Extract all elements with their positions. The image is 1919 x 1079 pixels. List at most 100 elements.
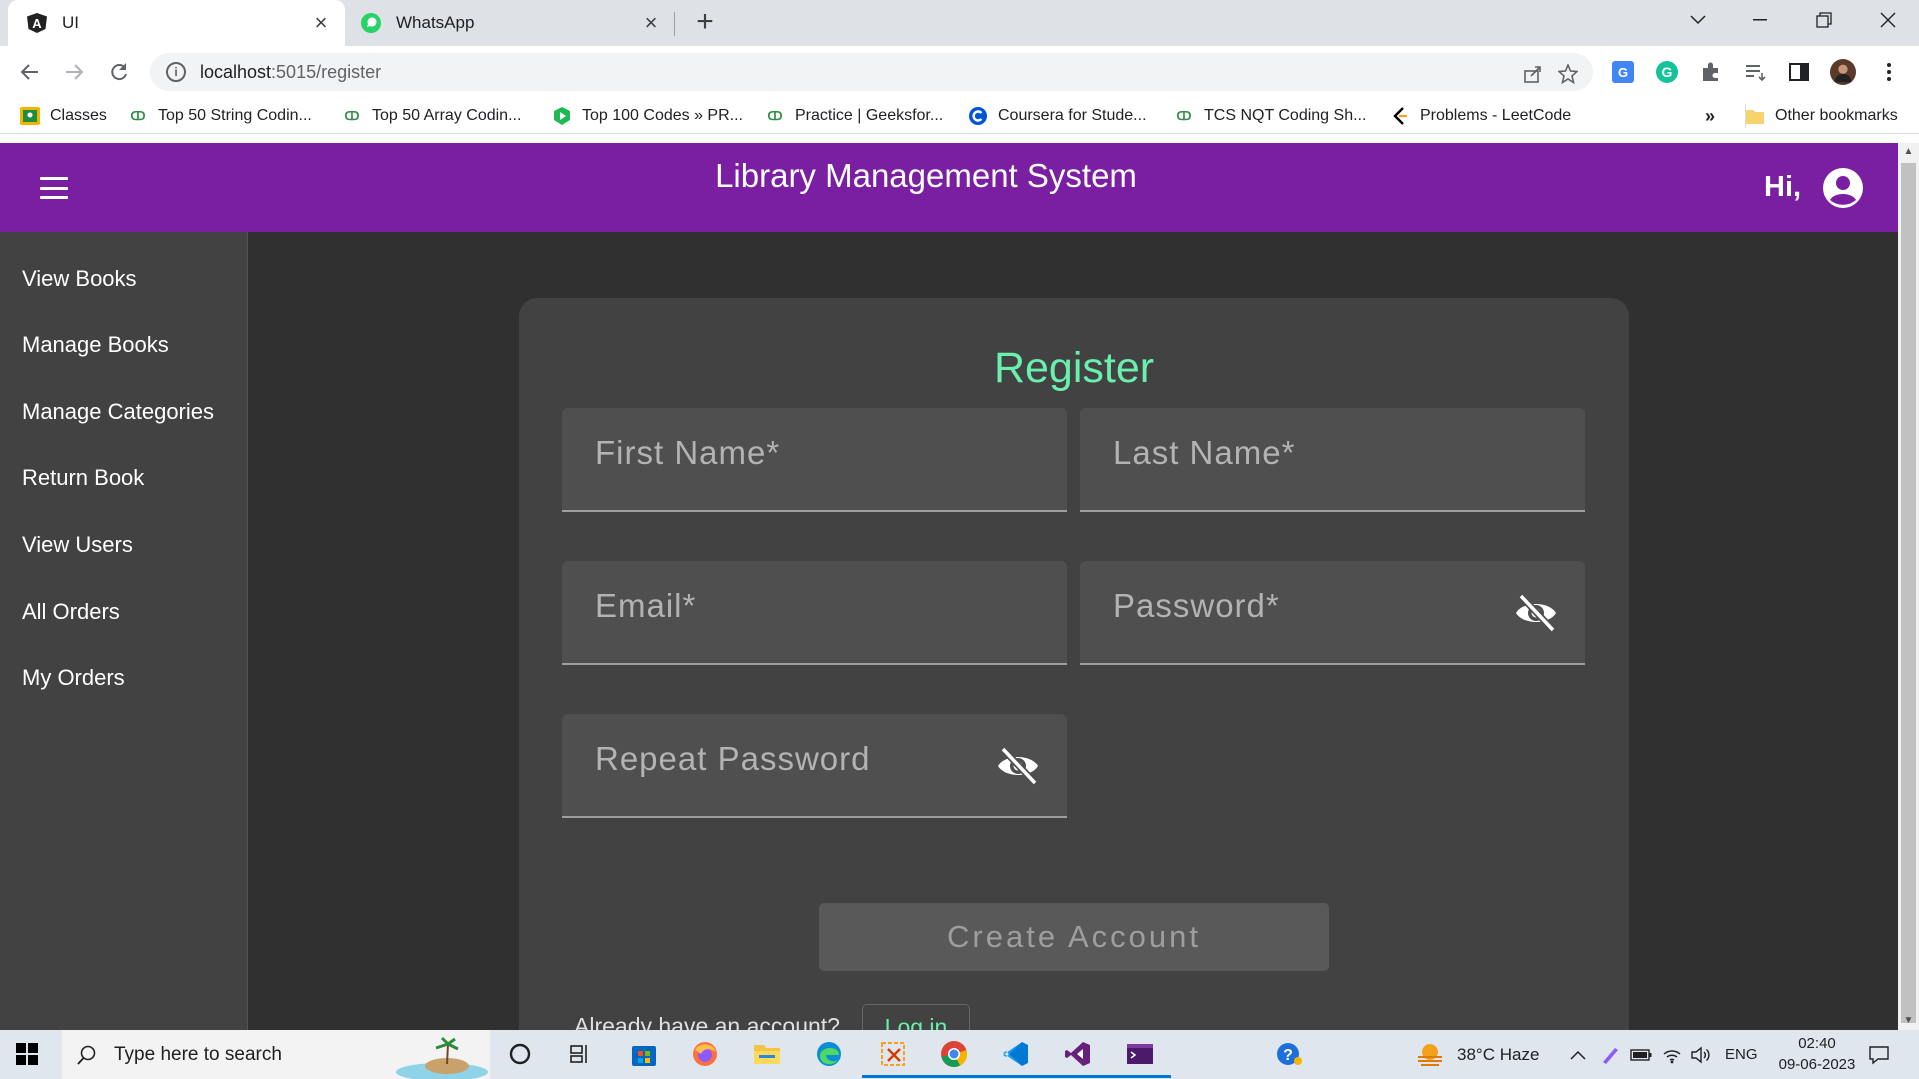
- search-highlight-illustration-icon: [396, 1036, 488, 1079]
- volume-icon[interactable]: [1690, 1030, 1712, 1079]
- close-window-icon[interactable]: [1858, 0, 1918, 40]
- terminal-icon[interactable]: [1109, 1037, 1171, 1078]
- bookmark-label: Other bookmarks: [1775, 107, 1898, 124]
- weather-widget[interactable]: 38°C Haze: [1415, 1030, 1539, 1079]
- create-account-button[interactable]: Create Account: [819, 903, 1329, 971]
- minimize-icon[interactable]: [1730, 0, 1790, 40]
- cortana-icon[interactable]: [503, 1037, 537, 1071]
- firefox-icon[interactable]: [688, 1037, 722, 1071]
- vscode-icon[interactable]: [985, 1037, 1047, 1078]
- bookmarks-bar: Classes ↀ Top 50 String Codin... ↀ Top 5…: [0, 98, 1919, 134]
- back-button[interactable]: [14, 56, 46, 88]
- bookmark-star-icon[interactable]: [1555, 61, 1581, 87]
- pen-icon[interactable]: [1600, 1030, 1620, 1079]
- bookmark-label: TCS NQT Coding Sh...: [1204, 107, 1367, 124]
- microsoft-store-icon[interactable]: [627, 1037, 661, 1071]
- gfg-icon: ↀ: [767, 109, 783, 123]
- nav-item-return-book[interactable]: Return Book: [22, 465, 144, 491]
- bookmark-label: Coursera for Stude...: [998, 107, 1147, 124]
- more-bookmarks-button[interactable]: »: [1705, 104, 1715, 128]
- tab-whatsapp[interactable]: WhatsApp ×: [345, 0, 675, 46]
- grammarly-icon[interactable]: G: [1654, 59, 1680, 85]
- file-explorer-icon[interactable]: [750, 1037, 784, 1071]
- page-scrollbar[interactable]: ▲ ▼: [1898, 143, 1919, 1030]
- password-field[interactable]: Password*: [1080, 561, 1585, 665]
- register-card: Register First Name* Last Name* Email* P…: [519, 298, 1629, 1030]
- scrollbar-thumb[interactable]: [1901, 163, 1916, 1023]
- help-icon[interactable]: ?: [1272, 1037, 1306, 1071]
- taskbar-clock[interactable]: 02:40 09-06-2023: [1772, 1033, 1862, 1075]
- reload-button[interactable]: [103, 56, 135, 88]
- last-name-field[interactable]: Last Name*: [1080, 408, 1585, 512]
- repeat-password-field[interactable]: Repeat Password: [562, 714, 1067, 818]
- nav-item-manage-categories[interactable]: Manage Categories: [22, 399, 214, 425]
- search-placeholder: Type here to search: [114, 1043, 282, 1065]
- bookmark-top-50-array[interactable]: ↀ Top 50 Array Codin...: [342, 104, 522, 128]
- nav-item-my-orders[interactable]: My Orders: [22, 665, 125, 691]
- visibility-off-icon[interactable]: [995, 746, 1041, 786]
- visual-studio-icon[interactable]: [1047, 1037, 1109, 1078]
- clock-date: 09-06-2023: [1778, 1056, 1856, 1073]
- coursera-icon: [968, 106, 988, 126]
- browser-menu-icon[interactable]: [1876, 59, 1902, 85]
- app-header: Library Management System Hi,: [0, 143, 1898, 232]
- other-bookmarks-folder[interactable]: Other bookmarks: [1745, 104, 1898, 128]
- bookmark-classes[interactable]: Classes: [20, 104, 107, 128]
- bookmark-tcs-nqt[interactable]: ↀ TCS NQT Coding Sh...: [1174, 104, 1367, 128]
- svg-text:G: G: [1662, 64, 1673, 80]
- scroll-down-arrow-icon[interactable]: ▼: [1898, 1012, 1919, 1030]
- language-indicator[interactable]: ENG: [1725, 1030, 1758, 1079]
- log-in-button[interactable]: Log in: [862, 1004, 970, 1030]
- google-translate-icon[interactable]: G: [1610, 59, 1636, 85]
- chrome-icon[interactable]: [923, 1037, 985, 1078]
- weather-text: 38°C Haze: [1457, 1044, 1540, 1064]
- edge-icon[interactable]: [812, 1037, 846, 1071]
- close-tab-icon[interactable]: ×: [637, 9, 665, 37]
- snipping-tool-icon[interactable]: [862, 1037, 924, 1078]
- new-tab-button[interactable]: +: [690, 7, 720, 38]
- bookmark-label: Top 50 String Codin...: [158, 107, 312, 124]
- forward-button[interactable]: [58, 56, 90, 88]
- share-icon[interactable]: [1520, 61, 1546, 87]
- restore-icon[interactable]: [1794, 0, 1854, 40]
- wifi-icon[interactable]: [1662, 1030, 1682, 1079]
- battery-icon[interactable]: [1630, 1030, 1652, 1079]
- profile-avatar[interactable]: [1830, 59, 1856, 85]
- scroll-up-arrow-icon[interactable]: ▲: [1898, 143, 1919, 161]
- folder-icon: [1745, 106, 1765, 126]
- tab-search-icon[interactable]: [1668, 0, 1728, 40]
- nav-item-manage-books[interactable]: Manage Books: [22, 332, 169, 358]
- app-title: Library Management System: [715, 157, 1137, 194]
- tab-ui[interactable]: A UI ×: [8, 0, 345, 46]
- extensions-puzzle-icon[interactable]: [1698, 59, 1724, 85]
- angular-icon: A: [26, 12, 48, 34]
- classroom-icon: [20, 106, 40, 126]
- show-hidden-icons-icon[interactable]: [1570, 1030, 1586, 1079]
- reading-list-icon[interactable]: [1742, 59, 1768, 85]
- email-field[interactable]: Email*: [562, 561, 1067, 665]
- bookmark-leetcode[interactable]: Problems - LeetCode: [1390, 104, 1571, 128]
- account-circle-icon[interactable]: [1822, 167, 1864, 209]
- visibility-off-icon[interactable]: [1513, 593, 1559, 633]
- windows-start-icon[interactable]: [16, 1043, 38, 1065]
- site-info-icon[interactable]: i: [166, 62, 186, 82]
- gfg-icon: ↀ: [1176, 109, 1192, 123]
- bookmark-label: Top 50 Array Codin...: [372, 107, 522, 124]
- bookmark-top-50-string[interactable]: ↀ Top 50 String Codin...: [128, 104, 312, 128]
- first-name-field[interactable]: First Name*: [562, 408, 1067, 512]
- gfg-icon: ↀ: [344, 109, 360, 123]
- address-bar[interactable]: i localhost:5015/register: [150, 53, 1593, 91]
- taskbar-search-box[interactable]: Type here to search: [62, 1030, 490, 1079]
- bookmark-top-100-codes[interactable]: Top 100 Codes » PR...: [552, 104, 743, 128]
- bookmark-practice-geeks[interactable]: ↀ Practice | Geeksfor...: [765, 104, 944, 128]
- email-placeholder: Email*: [595, 587, 697, 624]
- bookmark-coursera[interactable]: Coursera for Stude...: [968, 104, 1147, 128]
- nav-item-view-users[interactable]: View Users: [22, 532, 133, 558]
- task-view-icon[interactable]: [563, 1037, 597, 1071]
- user-greeting: Hi,: [1764, 171, 1802, 203]
- close-tab-icon[interactable]: ×: [307, 9, 335, 37]
- side-panel-icon[interactable]: [1786, 59, 1812, 85]
- notifications-icon[interactable]: [1868, 1030, 1890, 1079]
- nav-item-all-orders[interactable]: All Orders: [22, 599, 120, 625]
- nav-item-view-books[interactable]: View Books: [22, 266, 137, 292]
